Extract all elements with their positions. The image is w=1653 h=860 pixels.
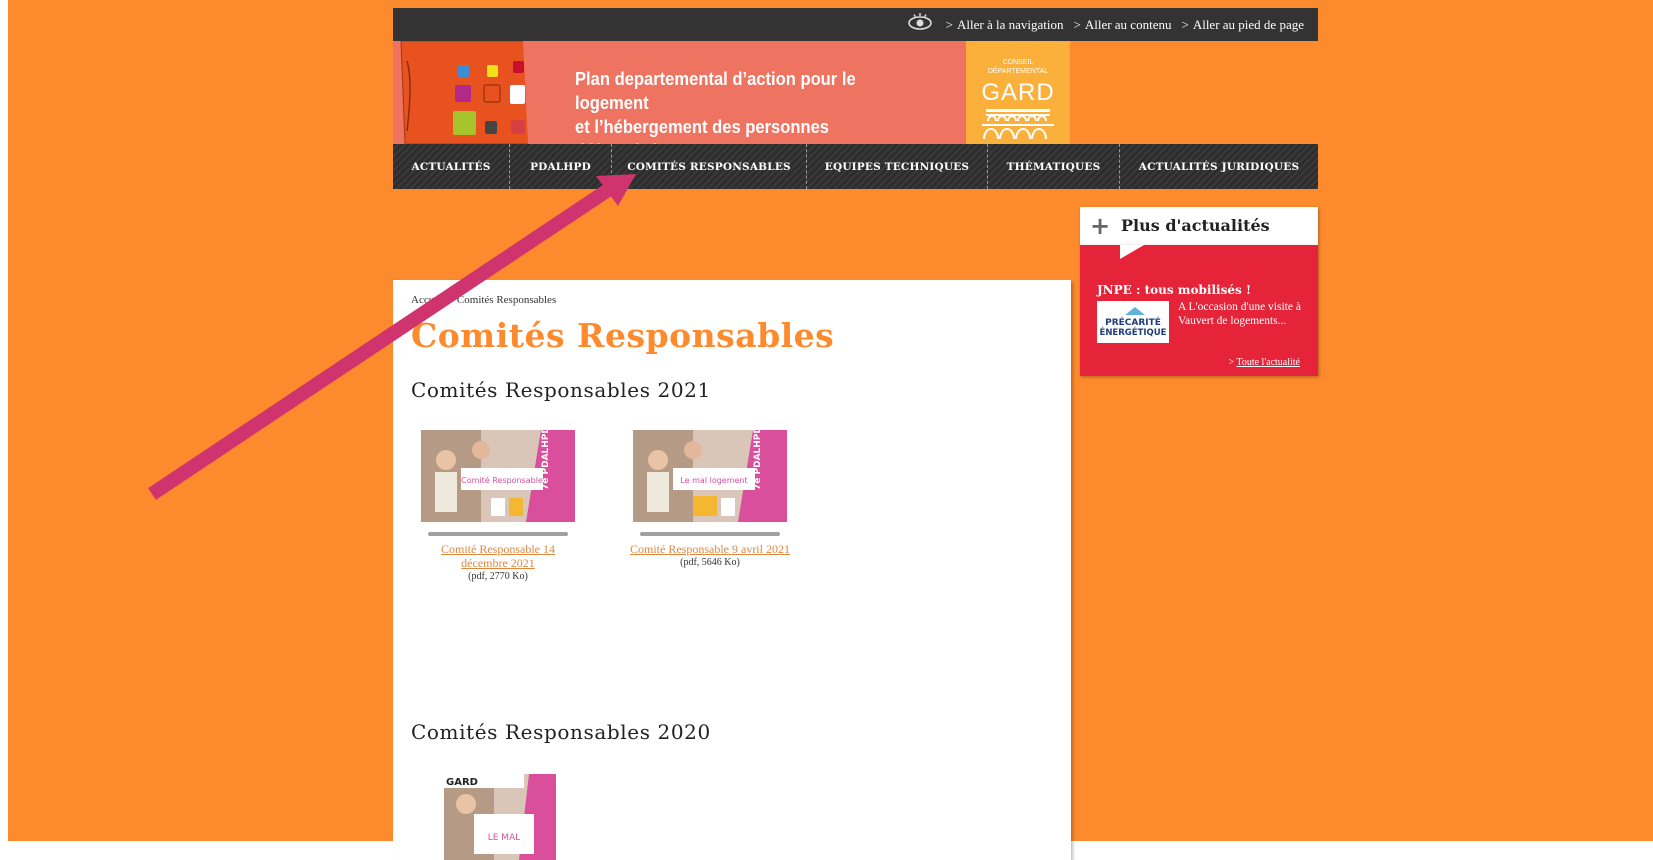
skip-to-footer-link[interactable]: > Aller au pied de page (1181, 17, 1304, 33)
skip-to-content-link[interactable]: > Aller au contenu (1073, 17, 1171, 33)
skip-link-label: Aller au pied de page (1192, 16, 1304, 32)
doc-thumbnail-2020[interactable]: GARD LE MAL (444, 774, 556, 860)
banner-title: Plan departemental d’action pour le loge… (575, 67, 929, 144)
doc-shadow (428, 532, 568, 536)
gt-symbol: > (1073, 16, 1081, 32)
breadcrumb-current: Comités Responsables (456, 294, 557, 306)
sidebar-news-box: JNPE : tous mobilisés ! PRÉCARITÉ ÉNERGÉ… (1080, 245, 1318, 376)
breadcrumb-home[interactable]: Accueil (411, 294, 445, 306)
top-bar: > Aller à la navigation > Aller au contenu… (393, 8, 1318, 41)
skip-to-navigation-link[interactable]: > Aller à la navigation (946, 17, 1064, 33)
skip-link-label: Aller au contenu (1084, 16, 1172, 32)
gard-small-line1: CONSEIL (1002, 59, 1034, 66)
nav-pdalhpd[interactable]: PDALHPD (510, 144, 612, 189)
sidebar-header: + Plus d'actualités (1080, 207, 1318, 245)
main-navigation: ACTUALITÉS PDALHPD COMITÉS RESPONSABLES … (393, 144, 1318, 189)
nav-actualites[interactable]: ACTUALITÉS (393, 144, 510, 189)
gard-logo-text: GARD (981, 79, 1055, 106)
section-title-2021: Comités Responsables 2021 (411, 378, 711, 402)
doc-thumb-label: Comité Responsable (461, 475, 543, 485)
more-prefix: > (1228, 357, 1235, 368)
nav-actualites-juridiques[interactable]: ACTUALITÉS JURIDIQUES (1120, 144, 1318, 189)
doc-thumb-side: 7e PDALHPD (541, 430, 551, 490)
doc-2020-thumb-label: LE MAL (488, 833, 521, 843)
doc-thumb-label: Le mal logement (680, 476, 747, 485)
banner-main[interactable]: Plan departemental d’action pour le loge… (393, 41, 966, 144)
doc-thumbnail[interactable]: Le mal logement 7e PDALHPD (633, 430, 787, 522)
main-content: Accueil > Comités Responsables Comités R… (393, 280, 1071, 860)
gt-symbol: > (945, 16, 953, 32)
skip-links: > Aller à la navigation > Aller au contenu… (946, 8, 1304, 41)
doc-link[interactable]: Comité Responsable 14 décembre 2021 (418, 542, 578, 570)
sidebar-title: Plus d'actualités (1121, 216, 1270, 235)
news-excerpt: A L'occasion d'une visite à Vauvert de l… (1178, 301, 1301, 327)
doc-meta: (pdf, 5646 Ko) (680, 557, 740, 568)
nav-thematiques[interactable]: THÉMATIQUES (988, 144, 1120, 189)
breadcrumb-separator: > (447, 294, 455, 306)
banner-title-line2: et l’hébergement des personnes défavoris… (575, 117, 830, 144)
plus-icon: + (1090, 212, 1111, 240)
doc-2020-thumb-top: GARD (446, 777, 478, 788)
doc-card: Comité Responsable 7e PDALHPD Comité Res… (418, 430, 578, 582)
gt-symbol: > (1181, 16, 1189, 32)
header-banner: Plan departemental d’action pour le loge… (393, 41, 1318, 144)
doc-link[interactable]: Comité Responsable 9 avril 2021 (630, 542, 790, 556)
section-title-2020: Comités Responsables 2020 (411, 720, 711, 744)
doc-card: Le mal logement 7e PDALHPD Comité Respon… (630, 430, 790, 568)
nav-equipes-techniques[interactable]: EQUIPES TECHNIQUES (807, 144, 988, 189)
building-logo (393, 41, 558, 144)
gard-logo[interactable]: CONSEIL DÉPARTEMENTAL GARD (966, 41, 1070, 144)
skip-link-label: Aller à la navigation (956, 16, 1064, 32)
news-thumbnail[interactable]: PRÉCARITÉ ÉNERGÉTIQUE (1097, 301, 1169, 343)
news-title[interactable]: JNPE : tous mobilisés ! (1097, 283, 1251, 297)
gard-small-line2: DÉPARTEMENTAL (987, 68, 1049, 75)
pont-du-gard-icon (982, 109, 1054, 140)
doc-meta: (pdf, 2770 Ko) (468, 571, 528, 582)
banner-title-line1: Plan departemental d’action pour le loge… (575, 69, 856, 113)
doc-thumbnail[interactable]: Comité Responsable 7e PDALHPD (421, 430, 575, 522)
breadcrumb: Accueil > Comités Responsables (411, 294, 556, 306)
sidebar-notch (1120, 245, 1144, 259)
doc-shadow (640, 532, 780, 536)
news-img-text-1: PRÉCARITÉ (1105, 316, 1161, 328)
news-more: > Toute l'actualité (1228, 357, 1300, 368)
accessibility-eye-icon[interactable] (907, 11, 933, 35)
nav-comites-responsables[interactable]: COMITÉS RESPONSABLES (612, 144, 807, 189)
news-img-text-2: ÉNERGÉTIQUE (1100, 326, 1167, 338)
doc-thumb-side: 7e PDALHPD (753, 430, 763, 490)
gard-logo-subtitle: CONSEIL DÉPARTEMENTAL (966, 58, 1070, 76)
page-title: Comités Responsables (411, 316, 835, 355)
all-news-link[interactable]: Toute l'actualité (1236, 357, 1300, 368)
